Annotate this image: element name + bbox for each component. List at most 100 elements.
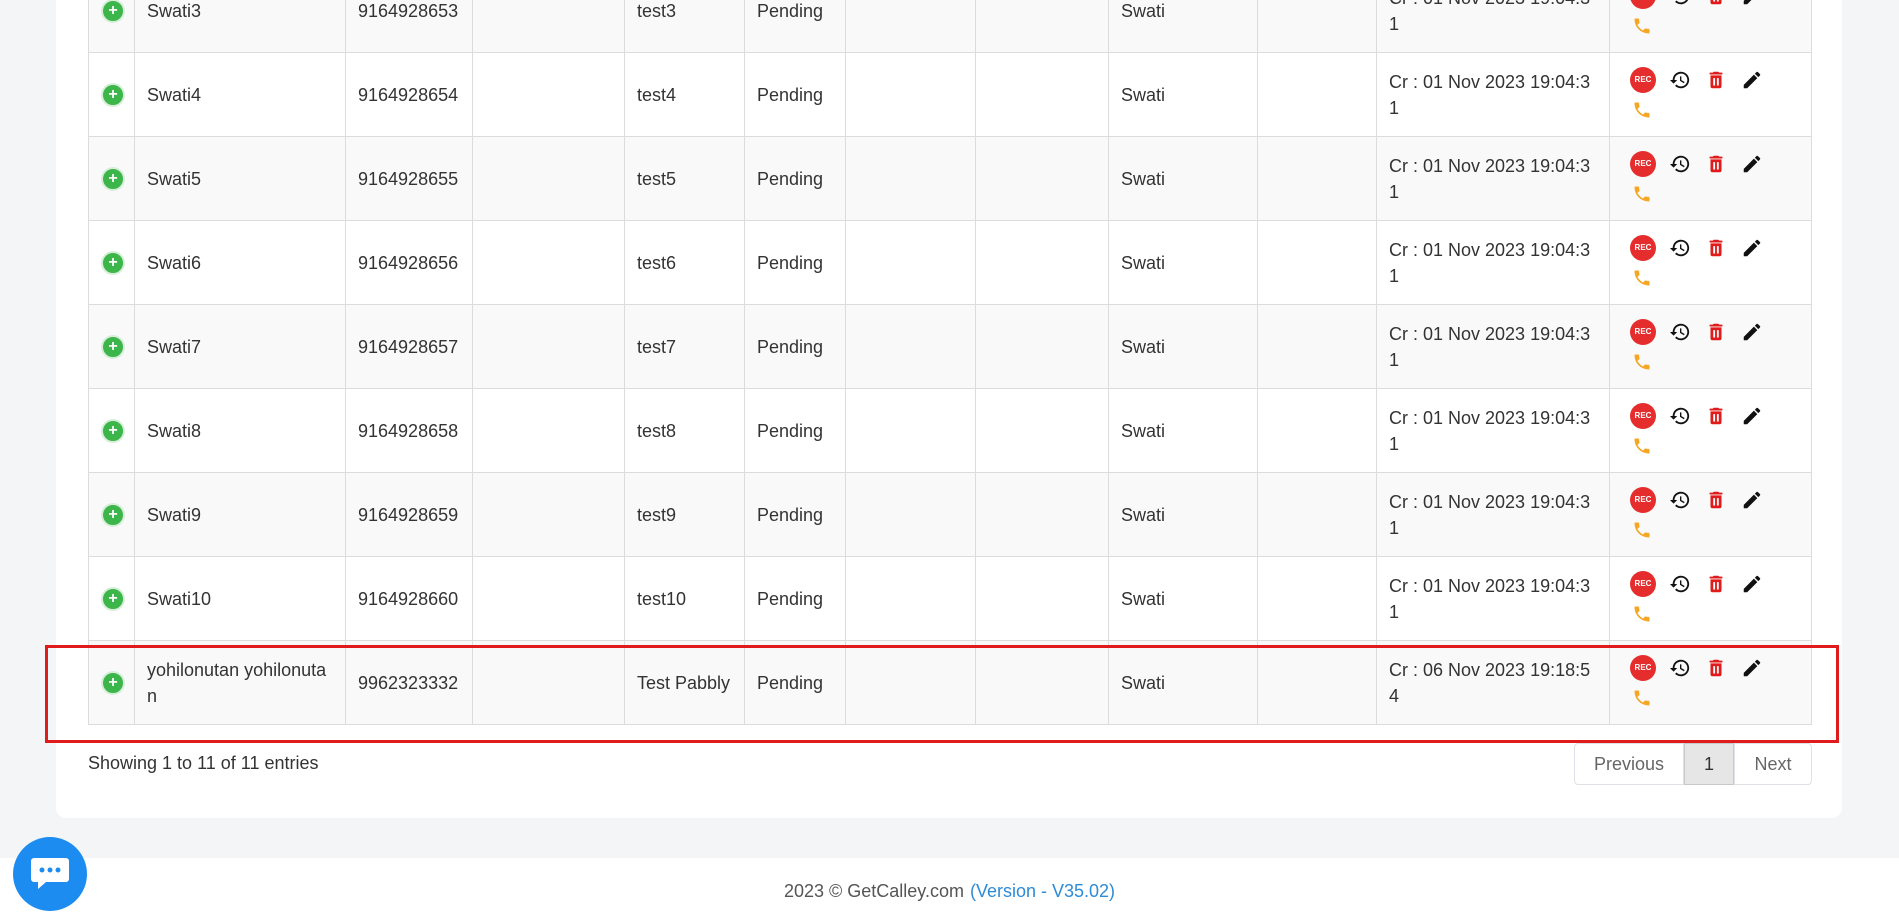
cell-note: test6 (624, 220, 745, 305)
cell-phone: 9164928656 (345, 220, 473, 305)
phone-icon[interactable] (1630, 182, 1654, 206)
trash-icon[interactable] (1704, 236, 1728, 260)
pencil-icon[interactable] (1740, 152, 1764, 176)
history-icon[interactable] (1668, 236, 1692, 260)
cell-col8 (975, 556, 1109, 641)
phone-icon[interactable] (1630, 266, 1654, 290)
cell-col10 (1257, 388, 1377, 473)
table-row: + Swati5 9164928655 test5 Pending Swati Cr : 0… (88, 136, 1812, 221)
cell-note: test9 (624, 472, 745, 557)
recording-button[interactable]: REC (1630, 402, 1656, 429)
trash-icon[interactable] (1704, 656, 1728, 680)
cell-note: test7 (624, 304, 745, 389)
recording-button[interactable]: REC (1630, 318, 1656, 345)
cell-col4 (472, 304, 625, 389)
plus-circle-icon[interactable]: + (101, 670, 125, 695)
cell-col4 (472, 220, 625, 305)
cell-col7 (845, 52, 976, 137)
recording-button[interactable]: REC (1630, 570, 1656, 597)
pencil-icon[interactable] (1740, 68, 1764, 92)
actions-cell: REC (1609, 556, 1812, 641)
pencil-icon[interactable] (1740, 0, 1764, 8)
footer-version-link[interactable]: (Version - V35.02) (970, 881, 1115, 902)
pencil-icon[interactable] (1740, 320, 1764, 344)
history-icon[interactable] (1668, 404, 1692, 428)
cell-name: Swati3 (134, 0, 346, 53)
phone-icon[interactable] (1630, 602, 1654, 626)
cell-status: Pending (744, 0, 846, 53)
cell-name: Swati7 (134, 304, 346, 389)
trash-icon[interactable] (1704, 152, 1728, 176)
phone-icon[interactable] (1630, 98, 1654, 122)
phone-icon[interactable] (1630, 518, 1654, 542)
recording-button[interactable]: REC (1630, 66, 1656, 93)
cell-created: Cr : 01 Nov 2023 19:04:31 (1376, 472, 1610, 557)
pencil-icon[interactable] (1740, 488, 1764, 512)
leads-table: +Swati39164928653test3PendingSwatiCr : 0… (88, 0, 1812, 725)
history-icon[interactable] (1668, 0, 1692, 8)
trash-icon[interactable] (1704, 0, 1728, 8)
history-icon[interactable] (1668, 320, 1692, 344)
recording-button[interactable]: REC (1630, 234, 1656, 261)
chat-widget-button[interactable] (13, 837, 87, 911)
cell-col7 (845, 472, 976, 557)
trash-icon[interactable] (1704, 320, 1728, 344)
cell-agent: Swati (1108, 472, 1258, 557)
table-row-highlighted: + yohilonutan yohilonutan 9962323332 Test P… (88, 640, 1812, 725)
cell-note: test10 (624, 556, 745, 641)
trash-icon[interactable] (1704, 572, 1728, 596)
actions-cell: REC (1609, 52, 1812, 137)
expand-cell: + (88, 0, 135, 53)
recording-button[interactable]: REC (1630, 654, 1656, 681)
cell-col4 (472, 136, 625, 221)
plus-circle-icon[interactable]: + (101, 250, 125, 275)
cell-col7 (845, 556, 976, 641)
history-icon[interactable] (1668, 488, 1692, 512)
previous-page-button[interactable]: Previous (1574, 743, 1684, 785)
recording-button[interactable]: REC (1630, 486, 1656, 513)
page-1-button[interactable]: 1 (1684, 743, 1734, 785)
cell-phone: 9164928653 (345, 0, 473, 53)
row-actions: REC (1622, 486, 1790, 543)
plus-circle-icon[interactable]: + (101, 166, 125, 191)
cell-col10 (1257, 304, 1377, 389)
plus-circle-icon[interactable]: + (101, 586, 125, 611)
row-actions: REC (1622, 570, 1790, 627)
recording-button[interactable]: REC (1630, 0, 1656, 9)
cell-col4 (472, 0, 625, 53)
plus-circle-icon[interactable]: + (101, 82, 125, 107)
table-row: + Swati7 9164928657 test7 Pending Swati Cr : 0… (88, 304, 1812, 389)
cell-col10 (1257, 640, 1377, 725)
expand-cell: + (88, 304, 135, 389)
plus-circle-icon[interactable]: + (101, 502, 125, 527)
expand-cell: + (88, 556, 135, 641)
cell-name: Swati6 (134, 220, 346, 305)
cell-created: Cr : 06 Nov 2023 19:18:54 (1376, 640, 1610, 725)
cell-created: Cr : 01 Nov 2023 19:04:31 (1376, 220, 1610, 305)
history-icon[interactable] (1668, 572, 1692, 596)
cell-col8 (975, 220, 1109, 305)
phone-icon[interactable] (1630, 350, 1654, 374)
cell-status: Pending (744, 304, 846, 389)
phone-icon[interactable] (1630, 434, 1654, 458)
phone-icon[interactable] (1630, 686, 1654, 710)
trash-icon[interactable] (1704, 488, 1728, 512)
cell-note: test3 (624, 0, 745, 53)
recording-button[interactable]: REC (1630, 150, 1656, 177)
plus-circle-icon[interactable]: + (101, 334, 125, 359)
phone-icon[interactable] (1630, 14, 1654, 38)
expand-cell: + (88, 136, 135, 221)
history-icon[interactable] (1668, 152, 1692, 176)
pencil-icon[interactable] (1740, 404, 1764, 428)
history-icon[interactable] (1668, 656, 1692, 680)
pencil-icon[interactable] (1740, 236, 1764, 260)
next-page-button[interactable]: Next (1734, 743, 1812, 785)
history-icon[interactable] (1668, 68, 1692, 92)
plus-circle-icon[interactable]: + (101, 418, 125, 443)
pencil-icon[interactable] (1740, 572, 1764, 596)
footer: 2023 © GetCalley.com (Version - V35.02) (0, 858, 1899, 924)
trash-icon[interactable] (1704, 68, 1728, 92)
trash-icon[interactable] (1704, 404, 1728, 428)
plus-circle-icon[interactable]: + (101, 0, 125, 23)
pencil-icon[interactable] (1740, 656, 1764, 680)
